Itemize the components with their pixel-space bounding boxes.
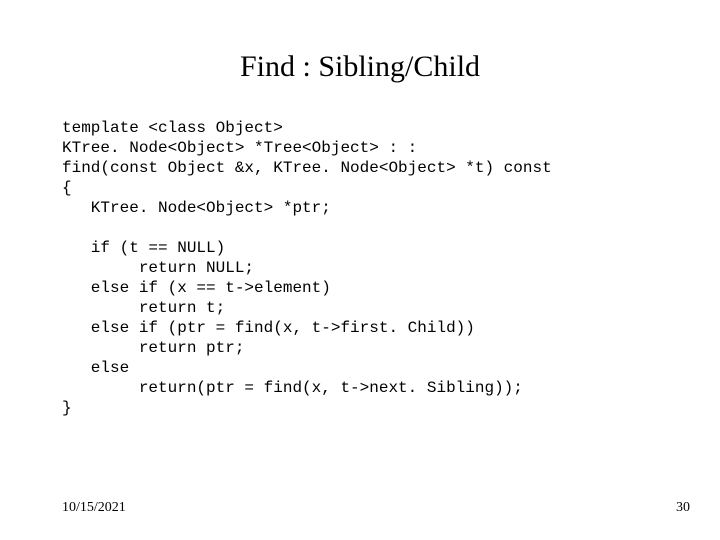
slide-title: Find : Sibling/Child — [0, 50, 720, 84]
footer-date: 10/15/2021 — [62, 500, 126, 516]
code-block: template <class Object> KTree. Node<Obje… — [62, 118, 552, 418]
footer-page-number: 30 — [676, 500, 690, 516]
slide: Find : Sibling/Child template <class Obj… — [0, 0, 720, 540]
